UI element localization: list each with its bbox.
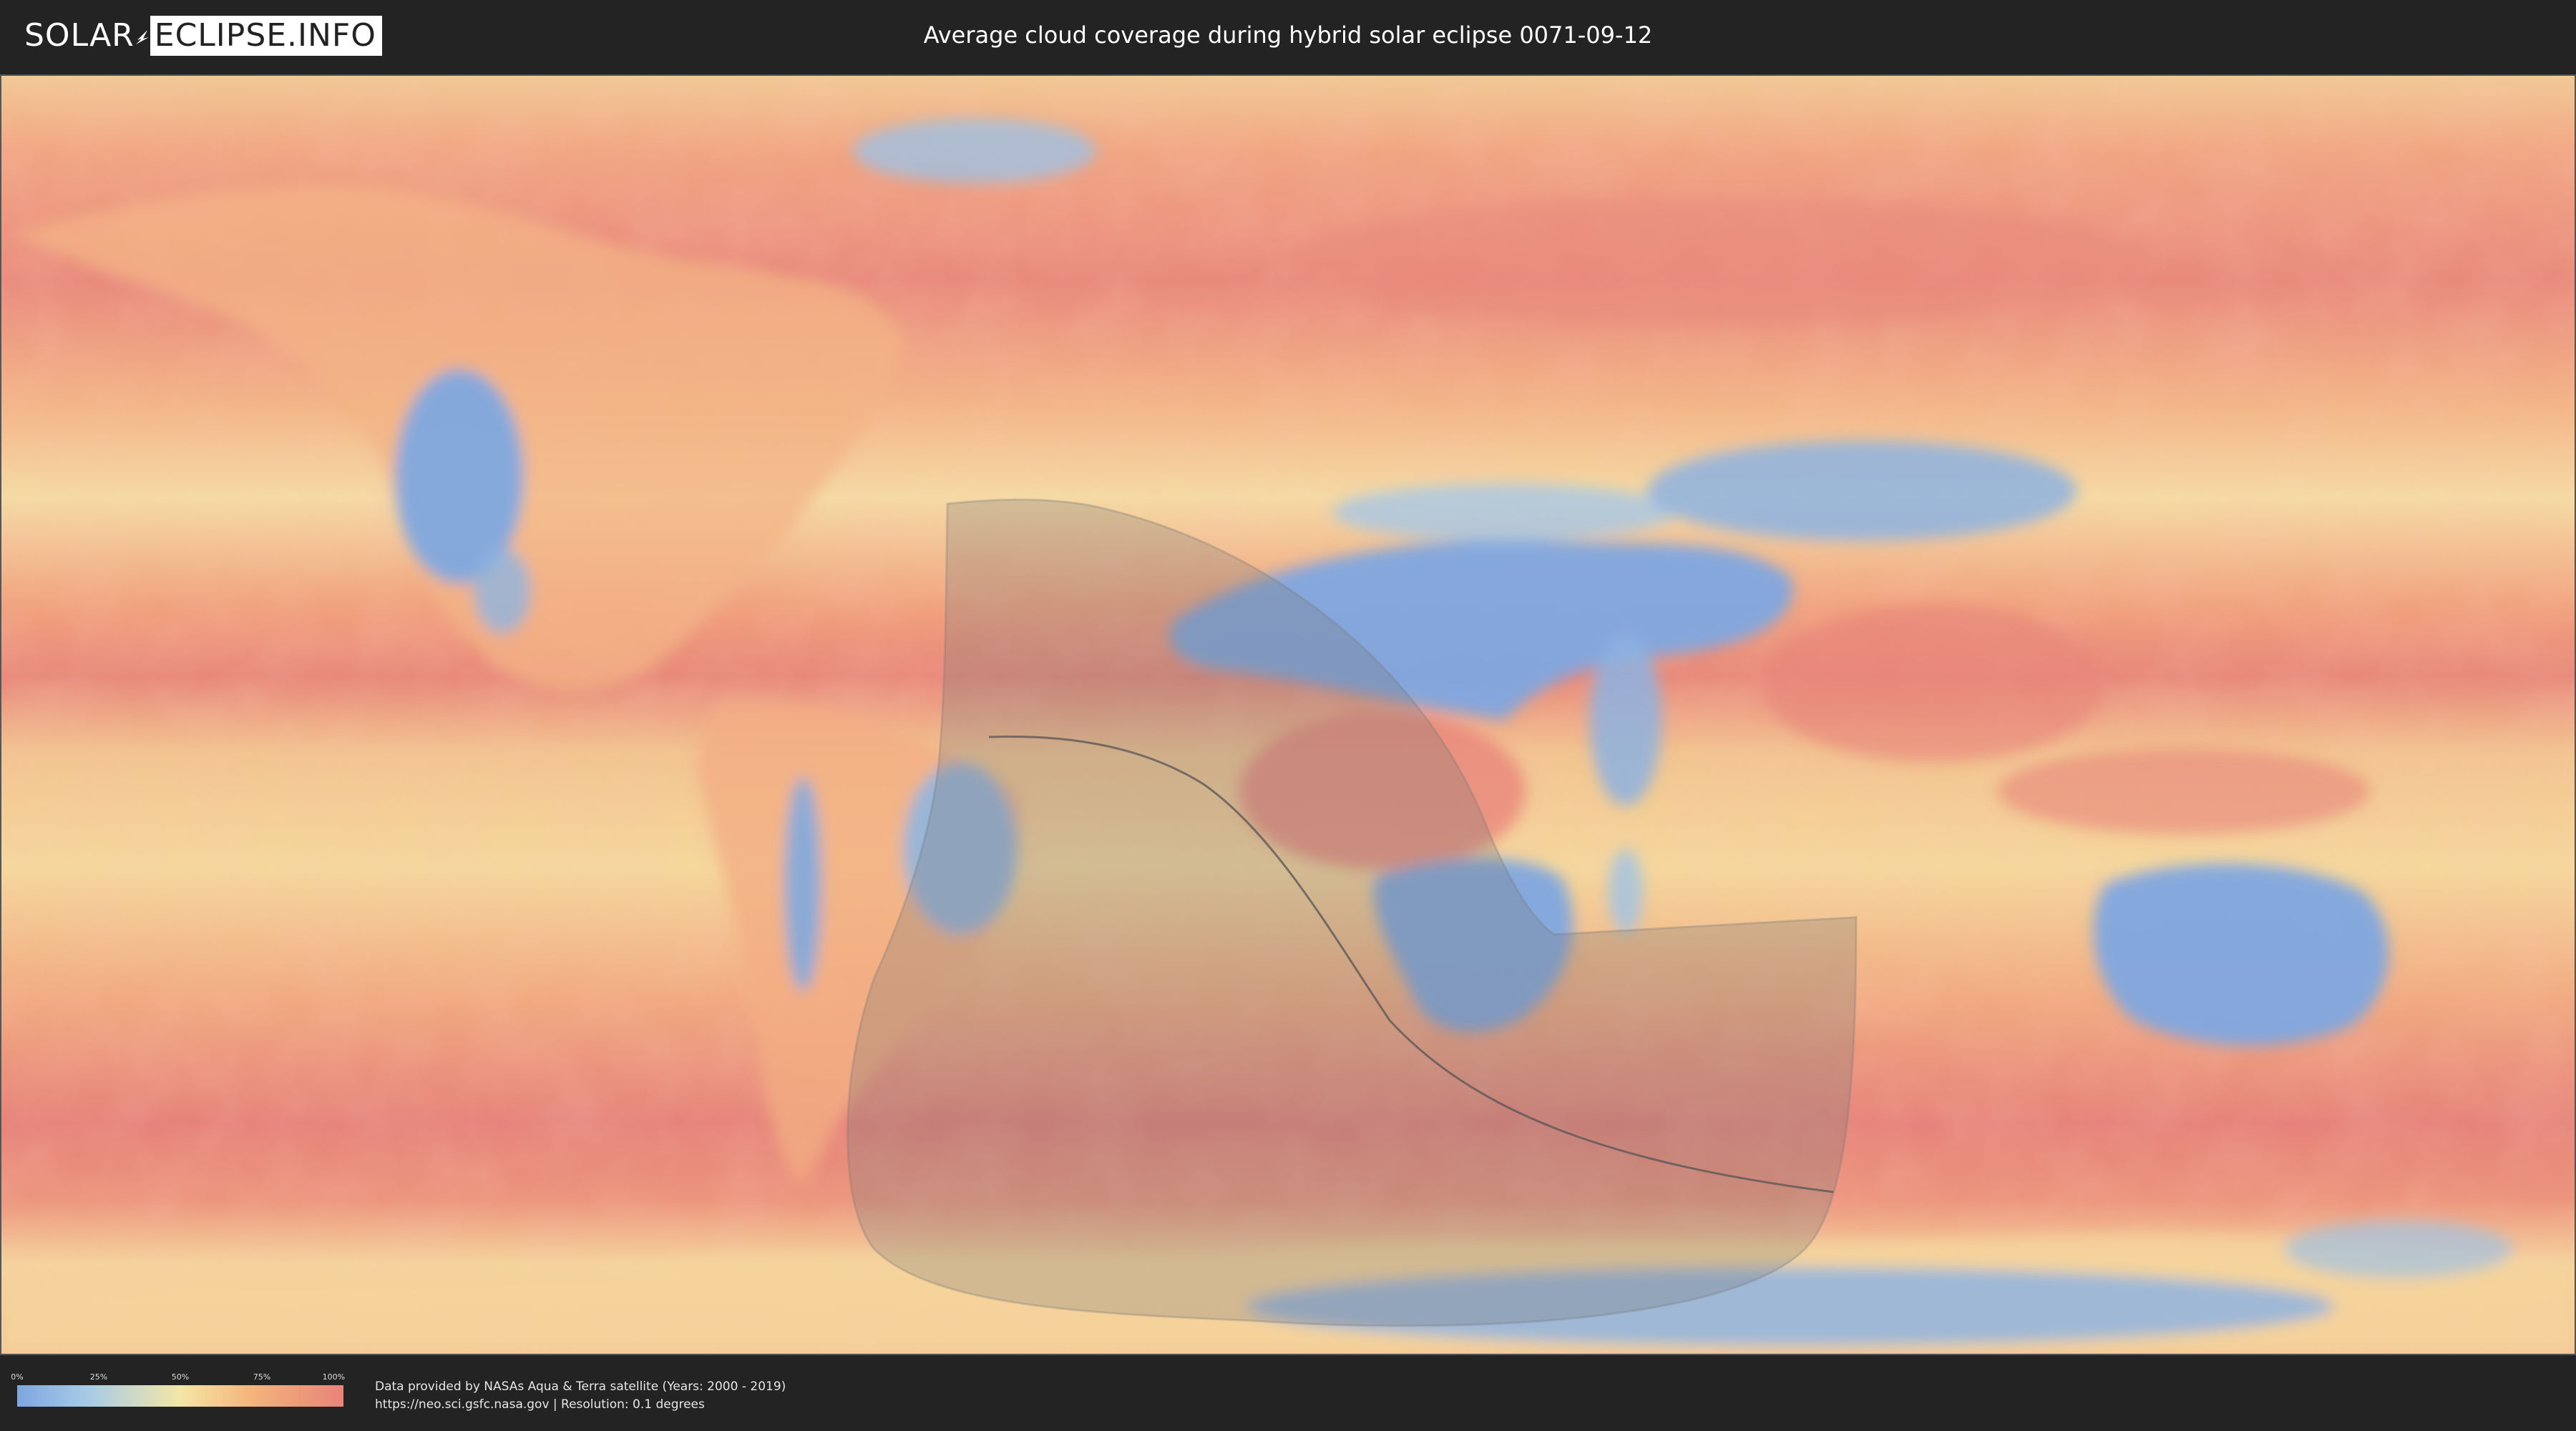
mediterranean-clear-region — [1332, 484, 1676, 541]
madagascar-landmass — [1609, 849, 1643, 934]
legend-color-scale — [17, 1385, 343, 1407]
indonesia-cloud-region — [1998, 748, 2370, 834]
legend-tick-100: 100% — [322, 1372, 346, 1382]
data-attribution: Data provided by NASAs Aqua & Terra sate… — [375, 1378, 786, 1414]
header-bar: SOLAR ECLIPSE.INFO Average cloud coverag… — [0, 0, 2576, 73]
attribution-line-1: Data provided by NASAs Aqua & Terra sate… — [375, 1379, 786, 1394]
australia-clear-region — [2093, 864, 2389, 1046]
south-asia-cloud-region — [1762, 605, 2105, 763]
legend-ticks: 0% 25% 50% 75% 100% — [11, 1372, 346, 1385]
ross-sea-clear-region — [2284, 1221, 2513, 1278]
page-title: Average cloud coverage during hybrid sol… — [923, 21, 1653, 49]
andes-clear-region — [784, 777, 821, 992]
central-asia-clear-region — [1647, 441, 2077, 541]
greenland-clear-region — [853, 119, 1096, 183]
attribution-line-2: https://neo.sci.gsfc.nasa.gov | Resoluti… — [375, 1397, 705, 1412]
cloud-coverage-map[interactable] — [0, 74, 2576, 1355]
cloud-coverage-legend: 0% 25% 50% 75% 100% — [11, 1372, 346, 1407]
mexico-clear-region — [474, 548, 531, 634]
legend-tick-0: 0% — [11, 1372, 24, 1382]
legend-tick-25: 25% — [89, 1372, 108, 1382]
legend-tick-50: 50% — [171, 1372, 190, 1382]
legend-tick-75: 75% — [253, 1372, 271, 1382]
footer-bar: 0% 25% 50% 75% 100% Data provided by NAS… — [0, 1357, 2576, 1431]
russia-cloud-region — [1289, 197, 2148, 326]
horn-of-africa-clear-region — [1590, 634, 1662, 806]
